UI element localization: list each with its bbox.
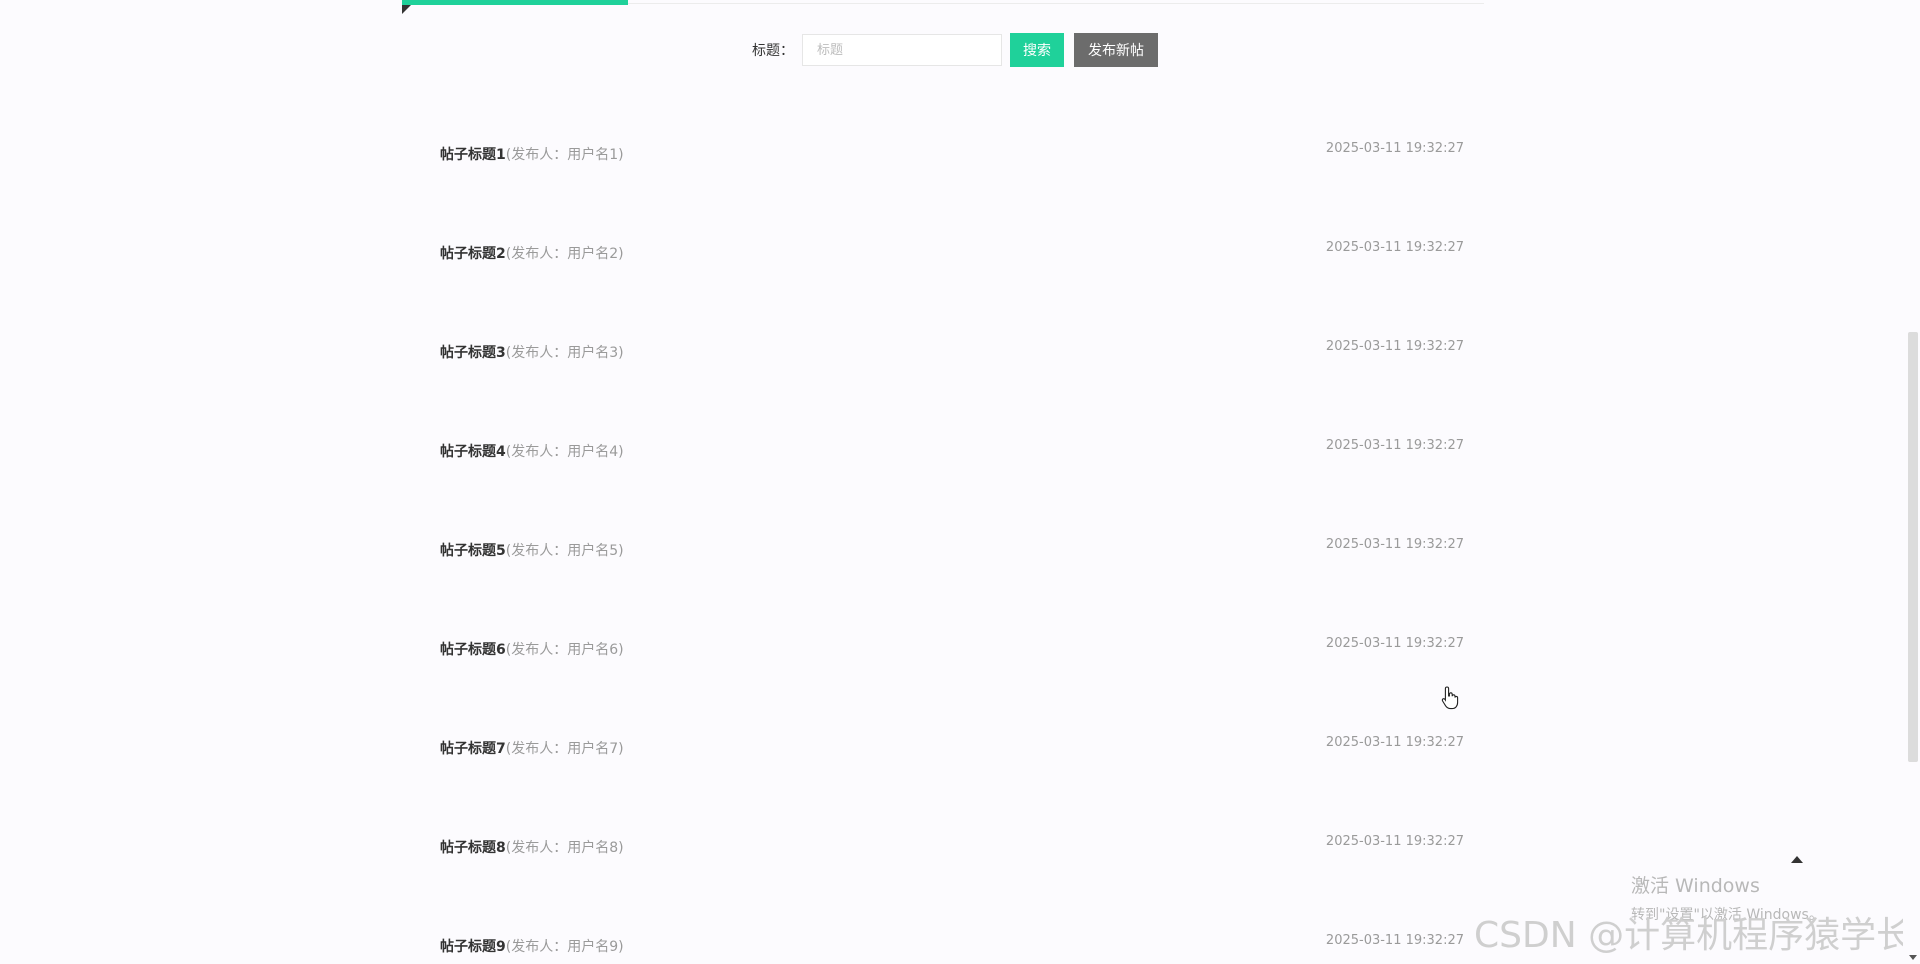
hand-pointer-icon [1441,686,1459,710]
back-to-top-caret-up-icon[interactable] [1791,856,1803,863]
post-title[interactable]: 帖子标题2 [440,246,506,262]
post-title-line[interactable]: 帖子标题3(发布人：用户名3) [440,342,624,362]
post-author: (发布人：用户名4) [505,444,624,460]
post-list-item[interactable]: 帖子标题8(发布人：用户名8) 2025-03-11 19:32:27 [440,793,1464,892]
post-list-item[interactable]: 帖子标题6(发布人：用户名6) 2025-03-11 19:32:27 [440,595,1464,694]
post-time: 2025-03-11 19:32:27 [1325,438,1464,453]
post-list-item[interactable]: 帖子标题9(发布人：用户名9) 2025-03-11 19:32:27 [440,892,1464,964]
search-button[interactable]: 搜索 [1010,33,1064,67]
post-title[interactable]: 帖子标题1 [440,147,506,163]
post-time: 2025-03-11 19:32:27 [1325,141,1464,156]
csdn-watermark: CSDN @计算机程序猿学长 [1474,915,1913,956]
post-title-line[interactable]: 帖子标题1(发布人：用户名1) [440,144,624,164]
scroll-down-arrow-icon[interactable] [1909,955,1917,960]
post-list: 帖子标题1(发布人：用户名1) 2025-03-11 19:32:27 帖子标题… [440,100,1464,964]
tab-active-indicator[interactable] [402,0,628,5]
post-time: 2025-03-11 19:32:27 [1325,636,1464,651]
post-author: (发布人：用户名8) [505,840,624,856]
publish-post-button[interactable]: 发布新帖 [1074,33,1158,67]
post-title-line[interactable]: 帖子标题7(发布人：用户名7) [440,738,624,758]
post-title-line[interactable]: 帖子标题2(发布人：用户名2) [440,243,624,263]
post-time: 2025-03-11 19:32:27 [1325,933,1464,948]
post-title[interactable]: 帖子标题4 [440,444,506,460]
post-list-item[interactable]: 帖子标题2(发布人：用户名2) 2025-03-11 19:32:27 [440,199,1464,298]
top-tab-bar [402,0,1484,14]
post-list-item[interactable]: 帖子标题1(发布人：用户名1) 2025-03-11 19:32:27 [440,100,1464,199]
post-list-item[interactable]: 帖子标题5(发布人：用户名5) 2025-03-11 19:32:27 [440,496,1464,595]
post-title-line[interactable]: 帖子标题9(发布人：用户名9) [440,936,624,956]
post-list-item[interactable]: 帖子标题7(发布人：用户名7) 2025-03-11 19:32:27 [440,694,1464,793]
post-title[interactable]: 帖子标题6 [440,642,506,658]
post-title[interactable]: 帖子标题7 [440,741,506,757]
post-title-line[interactable]: 帖子标题8(发布人：用户名8) [440,837,624,857]
post-title-line[interactable]: 帖子标题6(发布人：用户名6) [440,639,624,659]
post-time: 2025-03-11 19:32:27 [1325,339,1464,354]
post-author: (发布人：用户名1) [505,147,624,163]
windows-watermark-line1: 激活 Windows [1631,875,1760,897]
post-author: (发布人：用户名9) [505,939,624,955]
page-scrollbar[interactable] [1903,0,1920,964]
scrollbar-thumb[interactable] [1908,332,1918,762]
post-title-line[interactable]: 帖子标题4(发布人：用户名4) [440,441,624,461]
post-author: (发布人：用户名7) [505,741,624,757]
tab-corner-decoration [402,5,411,14]
post-list-item[interactable]: 帖子标题4(发布人：用户名4) 2025-03-11 19:32:27 [440,397,1464,496]
post-author: (发布人：用户名2) [505,246,624,262]
post-time: 2025-03-11 19:32:27 [1325,735,1464,750]
post-title[interactable]: 帖子标题8 [440,840,506,856]
post-time: 2025-03-11 19:32:27 [1325,537,1464,552]
post-time: 2025-03-11 19:32:27 [1325,834,1464,849]
post-title[interactable]: 帖子标题3 [440,345,506,361]
post-title-line[interactable]: 帖子标题5(发布人：用户名5) [440,540,624,560]
post-author: (发布人：用户名6) [505,642,624,658]
title-search-input[interactable] [802,34,1002,66]
post-title[interactable]: 帖子标题5 [440,543,506,559]
post-time: 2025-03-11 19:32:27 [1325,240,1464,255]
post-title[interactable]: 帖子标题9 [440,939,506,955]
post-list-item[interactable]: 帖子标题3(发布人：用户名3) 2025-03-11 19:32:27 [440,298,1464,397]
search-bar: 标题： 搜索 发布新帖 [752,33,1158,67]
post-author: (发布人：用户名5) [505,543,624,559]
post-author: (发布人：用户名3) [505,345,624,361]
search-label: 标题： [752,43,794,59]
